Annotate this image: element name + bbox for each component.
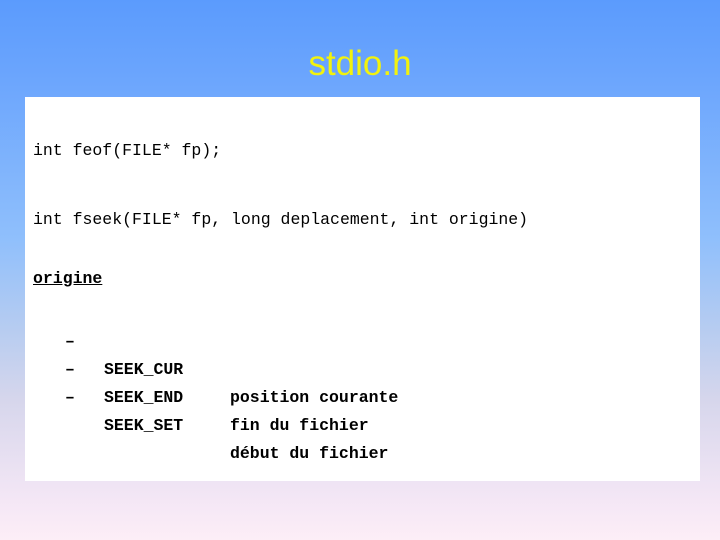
constant-description: position courante — [230, 388, 399, 407]
constant-description: début du fichier — [230, 444, 389, 463]
constant-description: fin du fichier — [230, 416, 369, 435]
list-item: – SEEK_END fin du fichier — [25, 328, 700, 435]
bullet-dash-icon: – — [65, 388, 75, 407]
constant-name: SEEK_SET — [104, 416, 184, 435]
presentation-slide: stdio.h int feof(FILE* fp); int fseek(FI… — [0, 0, 720, 540]
content-panel: int feof(FILE* fp); int fseek(FILE* fp, … — [25, 97, 700, 481]
code-line-feof: int feof(FILE* fp); — [33, 141, 222, 160]
list-item: – SEEK_SET début du fichier — [25, 356, 700, 463]
origine-heading: origine — [33, 269, 103, 288]
origine-constants-list: – SEEK_CUR position courante – SEEK_END … — [25, 300, 700, 463]
list-item: – SEEK_CUR position courante — [25, 300, 700, 407]
code-line-fseek: int fseek(FILE* fp, long deplacement, in… — [33, 210, 529, 229]
page-title: stdio.h — [308, 44, 412, 83]
constant-name: SEEK_END — [104, 388, 184, 407]
